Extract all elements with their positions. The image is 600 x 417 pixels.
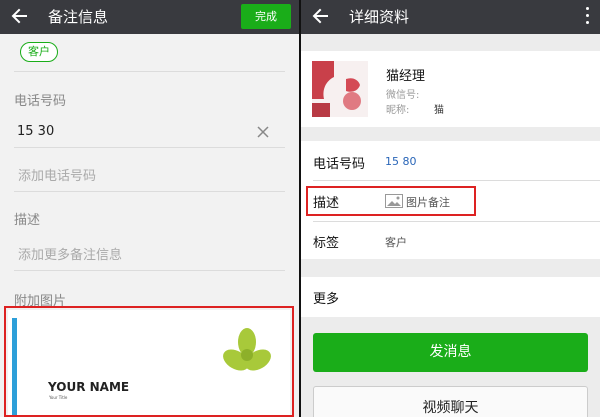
nickname-label: 昵称:	[386, 105, 410, 116]
more-vert-icon[interactable]	[584, 7, 590, 27]
clover-logo-icon	[222, 328, 272, 378]
phone-row-label: 电话号码	[313, 157, 366, 172]
tag-row-value[interactable]: 客户	[385, 234, 407, 250]
page-title: 详细资料	[349, 8, 410, 26]
remark-info-screen: 备注信息 完成 客户 电话号码 15 30 添加电话号码 描述 添加更多备注信息…	[0, 0, 299, 417]
divider	[14, 191, 285, 192]
right-top-bar: 详细资料	[301, 0, 600, 34]
card-job-title: Your Title	[49, 395, 68, 400]
nickname-value: 猫	[434, 105, 444, 116]
wechat-id-label: 微信号:	[386, 90, 420, 101]
more-row-label: 更多	[313, 292, 340, 307]
left-top-bar: 备注信息 完成	[0, 0, 299, 34]
profile-detail-screen: 详细资料 猫经理 微信号: 昵称: 猫 电话号码 15 80 描述 图片备注 标…	[301, 0, 600, 417]
tag-chip-customer[interactable]: 客户	[20, 42, 58, 62]
phone-section-label: 电话号码	[14, 94, 67, 109]
desc-row-label: 描述	[313, 196, 340, 211]
desc-row-value[interactable]: 图片备注	[406, 194, 450, 210]
page-title: 备注信息	[48, 8, 109, 26]
divider	[14, 270, 285, 271]
divider	[14, 147, 285, 148]
phone-input[interactable]: 15 30	[17, 124, 54, 139]
contact-name: 猫经理	[386, 69, 426, 84]
done-button[interactable]: 完成	[241, 4, 291, 29]
card-name: YOUR NAME	[48, 380, 130, 394]
desc-section-label: 描述	[14, 213, 41, 228]
clear-icon[interactable]	[256, 124, 270, 138]
card-stripe	[12, 318, 17, 415]
back-arrow-icon[interactable]	[6, 2, 34, 30]
add-phone-input[interactable]: 添加电话号码	[18, 165, 96, 184]
divider	[313, 180, 600, 181]
phone-row-value[interactable]: 15 80	[385, 155, 417, 168]
avatar[interactable]	[312, 61, 368, 117]
more-row[interactable]: 更多	[301, 277, 600, 317]
profile-header: 猫经理 微信号: 昵称: 猫	[301, 51, 600, 127]
send-message-button[interactable]: 发消息	[313, 333, 588, 372]
divider	[14, 71, 285, 72]
tag-row-label: 标签	[313, 236, 340, 251]
back-arrow-icon[interactable]	[307, 2, 335, 30]
image-icon	[385, 193, 403, 208]
divider	[313, 221, 600, 222]
desc-input[interactable]: 添加更多备注信息	[18, 244, 122, 263]
attached-photo-highlight: YOUR NAME Your Title	[4, 306, 294, 417]
attached-business-card-image[interactable]: YOUR NAME Your Title	[8, 310, 290, 415]
video-call-button[interactable]: 视频聊天	[313, 386, 588, 417]
